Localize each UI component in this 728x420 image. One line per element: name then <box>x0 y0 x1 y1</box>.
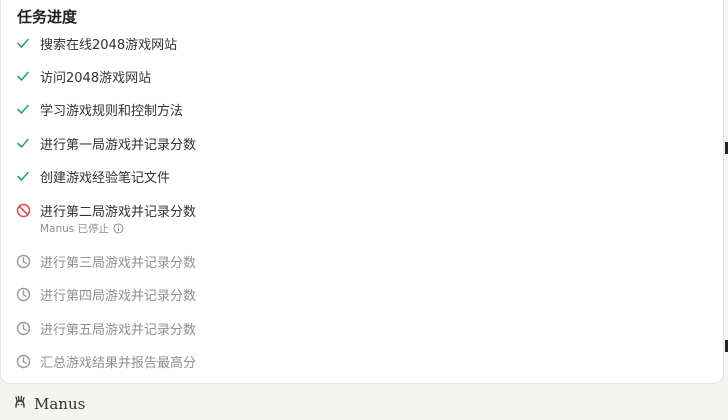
task-label: 创建游戏经验笔记文件 <box>40 170 171 186</box>
stopped-note: Manus 已停止 <box>40 221 124 236</box>
task-label: 进行第五局游戏并记录分数 <box>40 322 197 338</box>
check-icon <box>15 135 31 151</box>
footer-brand: Manus <box>12 394 85 414</box>
check-icon <box>15 35 31 51</box>
task-item: 访问2048游戏网站 <box>15 66 151 86</box>
task-label: 访问2048游戏网站 <box>40 70 152 86</box>
task-label: 进行第三局游戏并记录分数 <box>40 255 197 271</box>
prohibited-icon <box>15 202 31 218</box>
panel-title: 任务进度 <box>17 8 78 26</box>
clock-icon <box>15 320 31 336</box>
check-icon <box>15 101 31 117</box>
task-item: 创建游戏经验笔记文件 <box>15 166 170 186</box>
manus-logo-icon <box>12 394 28 414</box>
task-label: 汇总游戏结果并报告最高分 <box>40 355 197 371</box>
task-label: 进行第一局游戏并记录分数 <box>40 137 197 153</box>
brand-name: Manus <box>34 395 86 413</box>
check-icon <box>15 68 31 84</box>
task-item: 进行第二局游戏并记录分数 <box>15 200 196 220</box>
task-label: 搜索在线2048游戏网站 <box>40 37 178 53</box>
stopped-note-text: Manus 已停止 <box>40 223 110 235</box>
window-edge <box>724 0 728 420</box>
task-item: 进行第一局游戏并记录分数 <box>15 133 196 153</box>
info-icon[interactable] <box>113 223 124 234</box>
task-item: 汇总游戏结果并报告最高分 <box>15 351 196 371</box>
task-item: 进行第三局游戏并记录分数 <box>15 251 196 271</box>
task-item: 学习游戏规则和控制方法 <box>15 99 183 119</box>
clock-icon <box>15 253 31 269</box>
task-label: 学习游戏规则和控制方法 <box>40 103 184 119</box>
clock-icon <box>15 353 31 369</box>
task-item: 进行第四局游戏并记录分数 <box>15 284 196 304</box>
task-label: 进行第四局游戏并记录分数 <box>40 288 197 304</box>
task-item: 搜索在线2048游戏网站 <box>15 33 177 53</box>
clock-icon <box>15 286 31 302</box>
check-icon <box>15 168 31 184</box>
task-label: 进行第二局游戏并记录分数 <box>40 204 197 220</box>
task-item: 进行第五局游戏并记录分数 <box>15 318 196 338</box>
